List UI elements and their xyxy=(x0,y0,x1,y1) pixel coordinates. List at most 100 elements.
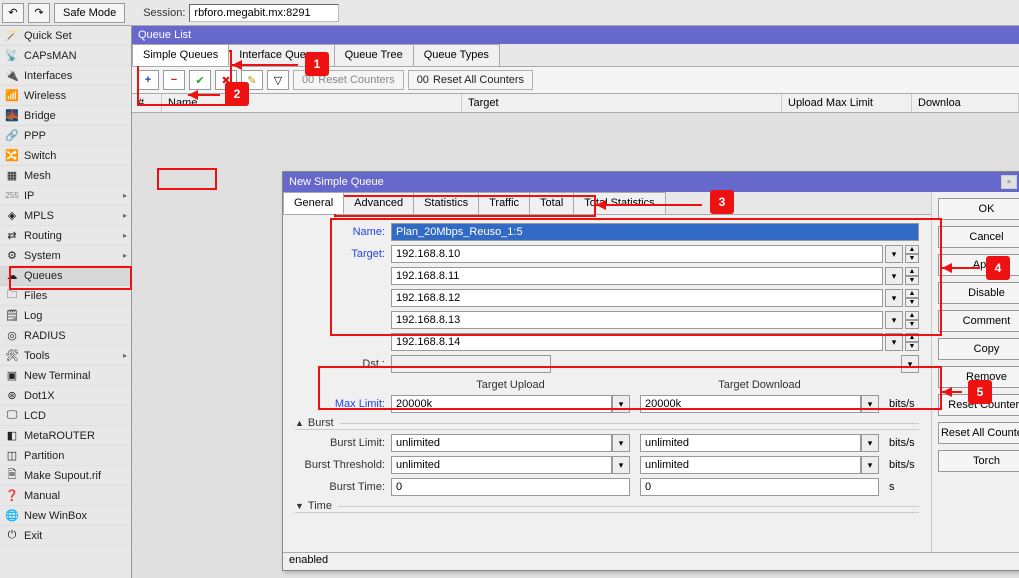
up-icon[interactable]: ▲ xyxy=(905,311,919,320)
add-button[interactable]: + xyxy=(137,70,159,90)
sidebar-item-tools[interactable]: 🛠Tools▸ xyxy=(0,346,131,366)
burst-time-up-input[interactable] xyxy=(391,478,630,496)
comment-button[interactable]: Comment xyxy=(938,310,1019,332)
burst-limit-up-input[interactable] xyxy=(391,434,612,452)
sidebar-item-queues[interactable]: ☁Queues xyxy=(0,266,131,286)
reset-all-counters-button[interactable]: Reset All Counters xyxy=(938,422,1019,444)
tab-traffic[interactable]: Traffic xyxy=(478,192,530,214)
dropdown-icon[interactable]: ▾ xyxy=(885,333,903,351)
sidebar-item-files[interactable]: 🗀Files xyxy=(0,286,131,306)
torch-button[interactable]: Torch xyxy=(938,450,1019,472)
col-upmax[interactable]: Upload Max Limit xyxy=(782,94,912,112)
target-input-0[interactable] xyxy=(391,245,883,263)
sidebar-item-wireless[interactable]: 📶Wireless xyxy=(0,86,131,106)
sidebar-item-ppp[interactable]: 🔗PPP xyxy=(0,126,131,146)
sidebar-item-exit[interactable]: ⏻Exit xyxy=(0,526,131,546)
section-time[interactable]: ▼Time xyxy=(295,500,919,513)
undo-button[interactable]: ↶ xyxy=(2,3,24,23)
sidebar-item-manual[interactable]: ❓Manual xyxy=(0,486,131,506)
dropdown-icon[interactable]: ▾ xyxy=(861,456,879,474)
sidebar-item-dot1x[interactable]: ⊛Dot1X xyxy=(0,386,131,406)
burst-limit-down-input[interactable] xyxy=(640,434,861,452)
dropdown-icon[interactable]: ▾ xyxy=(885,311,903,329)
sidebar-item-routing[interactable]: ⇄Routing▸ xyxy=(0,226,131,246)
sidebar-item-radius[interactable]: ◎RADIUS xyxy=(0,326,131,346)
disable-button[interactable]: Disable xyxy=(938,282,1019,304)
redo-button[interactable]: ↷ xyxy=(28,3,50,23)
tab-total[interactable]: Total xyxy=(529,192,574,214)
sidebar-item-lcd[interactable]: 🖵LCD xyxy=(0,406,131,426)
sidebar-item-capsman[interactable]: 📡CAPsMAN xyxy=(0,46,131,66)
down-icon[interactable]: ▼ xyxy=(905,298,919,307)
sidebar-item-ip[interactable]: 255IP▸ xyxy=(0,186,131,206)
tab-advanced[interactable]: Advanced xyxy=(343,192,414,214)
dropdown-icon[interactable]: ▾ xyxy=(612,434,630,452)
up-icon[interactable]: ▲ xyxy=(905,289,919,298)
manual-icon: ❓ xyxy=(4,488,20,504)
enable-button[interactable]: ✔ xyxy=(189,70,211,90)
dropdown-icon[interactable]: ▾ xyxy=(885,289,903,307)
up-icon[interactable]: ▲ xyxy=(905,245,919,254)
target-input-2[interactable] xyxy=(391,289,883,307)
top-toolbar: ↶ ↷ Safe Mode Session: rbforo.megabit.mx… xyxy=(0,0,1019,26)
filter-button[interactable]: ▽ xyxy=(267,70,289,90)
sidebar-item-interfaces[interactable]: 🔌Interfaces xyxy=(0,66,131,86)
ok-button[interactable]: OK xyxy=(938,198,1019,220)
down-icon[interactable]: ▼ xyxy=(905,320,919,329)
up-icon[interactable]: ▲ xyxy=(905,267,919,276)
burst-thr-down-input[interactable] xyxy=(640,456,861,474)
minimize-button[interactable]: ▫ xyxy=(1001,175,1017,189)
tab-statistics[interactable]: Statistics xyxy=(413,192,479,214)
sidebar-item-partition[interactable]: ◫Partition xyxy=(0,446,131,466)
triangle-up-icon: ▲ xyxy=(295,418,304,428)
sidebar-item-mpls[interactable]: ◈MPLS▸ xyxy=(0,206,131,226)
sidebar-item-mesh[interactable]: ▦Mesh xyxy=(0,166,131,186)
name-input[interactable] xyxy=(391,223,919,241)
col-num[interactable]: # xyxy=(132,94,162,112)
sidebar-item-newwinbox[interactable]: 🌐New WinBox xyxy=(0,506,131,526)
target-input-1[interactable] xyxy=(391,267,883,285)
sidebar-item-metarouter[interactable]: ◧MetaROUTER xyxy=(0,426,131,446)
max-limit-down-input[interactable] xyxy=(640,395,861,413)
dropdown-icon[interactable]: ▾ xyxy=(885,245,903,263)
sidebar-item-quickset[interactable]: 🪄Quick Set xyxy=(0,26,131,46)
tab-simple-queues[interactable]: Simple Queues xyxy=(132,44,229,66)
col-target[interactable]: Target xyxy=(462,94,782,112)
down-icon[interactable]: ▼ xyxy=(905,254,919,263)
dropdown-icon[interactable]: ▾ xyxy=(861,434,879,452)
dropdown-icon[interactable]: ▾ xyxy=(612,456,630,474)
sidebar-item-supout[interactable]: 🗎Make Supout.rif xyxy=(0,466,131,486)
winbox-icon: 🌐 xyxy=(4,508,20,524)
dropdown-icon[interactable]: ▾ xyxy=(612,395,630,413)
max-limit-up-input[interactable] xyxy=(391,395,612,413)
sidebar-item-newterminal[interactable]: ▣New Terminal xyxy=(0,366,131,386)
col-download[interactable]: Downloa xyxy=(912,94,1019,112)
cancel-button[interactable]: Cancel xyxy=(938,226,1019,248)
down-icon[interactable]: ▼ xyxy=(905,342,919,351)
burst-thr-up-input[interactable] xyxy=(391,456,612,474)
dialog-titlebar[interactable]: New Simple Queue ▫ ✕ xyxy=(283,172,1019,192)
reset-all-counters-button[interactable]: 00Reset All Counters xyxy=(408,70,533,90)
tab-queue-tree[interactable]: Queue Tree xyxy=(334,44,414,66)
sidebar-item-log[interactable]: 🗒Log xyxy=(0,306,131,326)
content-area: Queue List Simple Queues Interface Queue… xyxy=(132,26,1019,578)
bridge-icon: 🌉 xyxy=(4,108,20,124)
target-input-4[interactable] xyxy=(391,333,883,351)
expand-icon[interactable]: ▾ xyxy=(901,355,919,373)
safe-mode-button[interactable]: Safe Mode xyxy=(54,3,125,23)
sidebar-item-bridge[interactable]: 🌉Bridge xyxy=(0,106,131,126)
tab-general[interactable]: General xyxy=(283,192,344,214)
dropdown-icon[interactable]: ▾ xyxy=(861,395,879,413)
down-icon[interactable]: ▼ xyxy=(905,276,919,285)
up-icon[interactable]: ▲ xyxy=(905,333,919,342)
burst-time-down-input[interactable] xyxy=(640,478,879,496)
session-value: rbforo.megabit.mx:8291 xyxy=(189,4,339,22)
sidebar-item-system[interactable]: ⚙System▸ xyxy=(0,246,131,266)
sidebar-item-switch[interactable]: 🔀Switch xyxy=(0,146,131,166)
target-input-3[interactable] xyxy=(391,311,883,329)
section-burst[interactable]: ▲Burst xyxy=(295,417,919,430)
tab-queue-types[interactable]: Queue Types xyxy=(413,44,500,66)
remove-button[interactable]: − xyxy=(163,70,185,90)
dropdown-icon[interactable]: ▾ xyxy=(885,267,903,285)
copy-button[interactable]: Copy xyxy=(938,338,1019,360)
